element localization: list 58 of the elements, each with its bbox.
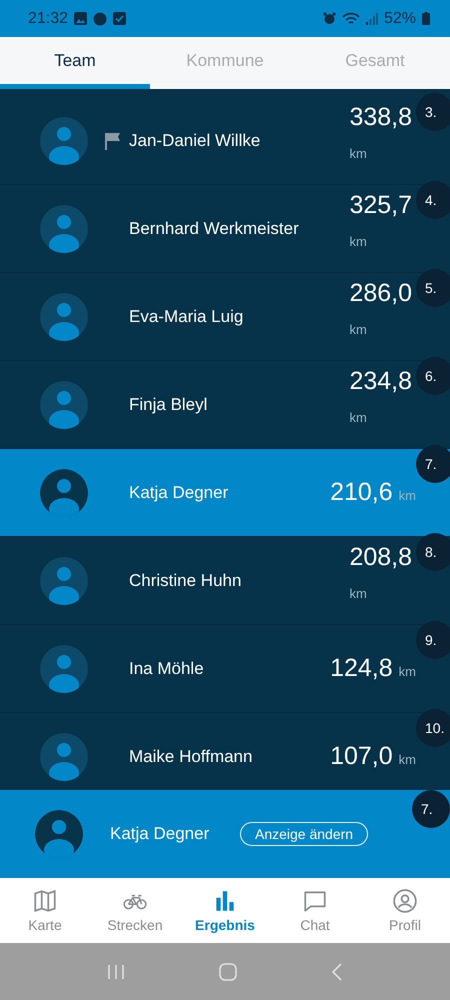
nav-tab[interactable]: Ergebnis — [180, 878, 270, 943]
rank-badge: 4. — [416, 181, 450, 219]
battery-icon — [422, 12, 430, 25]
recent-apps-icon[interactable] — [107, 964, 125, 980]
distance-value: 107,0 — [330, 742, 393, 771]
avatar-icon — [40, 468, 88, 516]
signal-icon — [366, 12, 378, 25]
participant-name: Maike Hoffmann — [129, 746, 254, 768]
rank-badge: 5. — [416, 269, 450, 307]
distance-unit: km — [349, 322, 367, 337]
avatar-icon — [40, 204, 88, 252]
profile-icon — [392, 888, 418, 914]
avatar-icon — [40, 732, 88, 780]
distance-unit: km — [349, 410, 367, 425]
distance-value: 325,7 — [349, 191, 412, 220]
distance-unit: km — [398, 664, 416, 679]
rank-badge: 6. — [416, 357, 450, 395]
distance-unit: km — [398, 488, 416, 503]
rank-badge: 3. — [416, 93, 450, 131]
avatar-icon — [40, 556, 88, 604]
distance-unit: km — [398, 752, 416, 767]
clock-time: 21:32 — [28, 10, 68, 28]
home-icon[interactable] — [219, 962, 237, 980]
rank-badge: 10. — [416, 709, 450, 747]
change-view-button[interactable]: Anzeige ändern — [240, 822, 368, 846]
distance-value: 124,8 — [330, 654, 393, 683]
distance-unit: km — [349, 234, 367, 249]
distance-unit: km — [349, 146, 367, 161]
rank-badge: 8. — [416, 533, 450, 571]
avatar-icon — [40, 644, 88, 692]
participant-name: Christine Huhn — [129, 570, 242, 592]
image-icon — [74, 12, 88, 25]
participant-name: Finja Bleyl — [129, 394, 208, 416]
rank-badge: 7. — [416, 445, 450, 483]
map-icon — [32, 888, 58, 914]
distance-value: 208,8 — [349, 543, 412, 572]
checkbox-icon — [113, 12, 126, 25]
avatar-icon — [40, 116, 88, 164]
avatar-icon — [35, 810, 83, 858]
distance-unit: km — [349, 586, 367, 601]
back-icon[interactable] — [331, 962, 343, 980]
rank-badge: 7. — [412, 790, 450, 828]
avatar-icon — [40, 292, 88, 340]
alarm-icon — [322, 12, 336, 25]
distance-value: 286,0 — [349, 279, 412, 308]
participant-name: Bernhard Werkmeister — [129, 218, 300, 240]
participant-name: Katja Degner — [129, 482, 230, 504]
participant-name: Ina Möhle — [129, 658, 205, 680]
participant-name: Jan-Daniel Willke — [129, 130, 262, 152]
distance-value: 234,8 — [349, 367, 412, 396]
rank-badge: 9. — [416, 621, 450, 659]
distance-value: 210,6 — [330, 478, 393, 507]
current-user-name: Katja Degner — [110, 824, 210, 844]
distance-value: 338,8 — [349, 103, 412, 132]
battery-percentage: 52% — [384, 10, 416, 28]
avatar-icon — [40, 380, 88, 428]
participant-name: Eva-Maria Luig — [129, 306, 244, 328]
wifi-icon — [342, 12, 360, 25]
